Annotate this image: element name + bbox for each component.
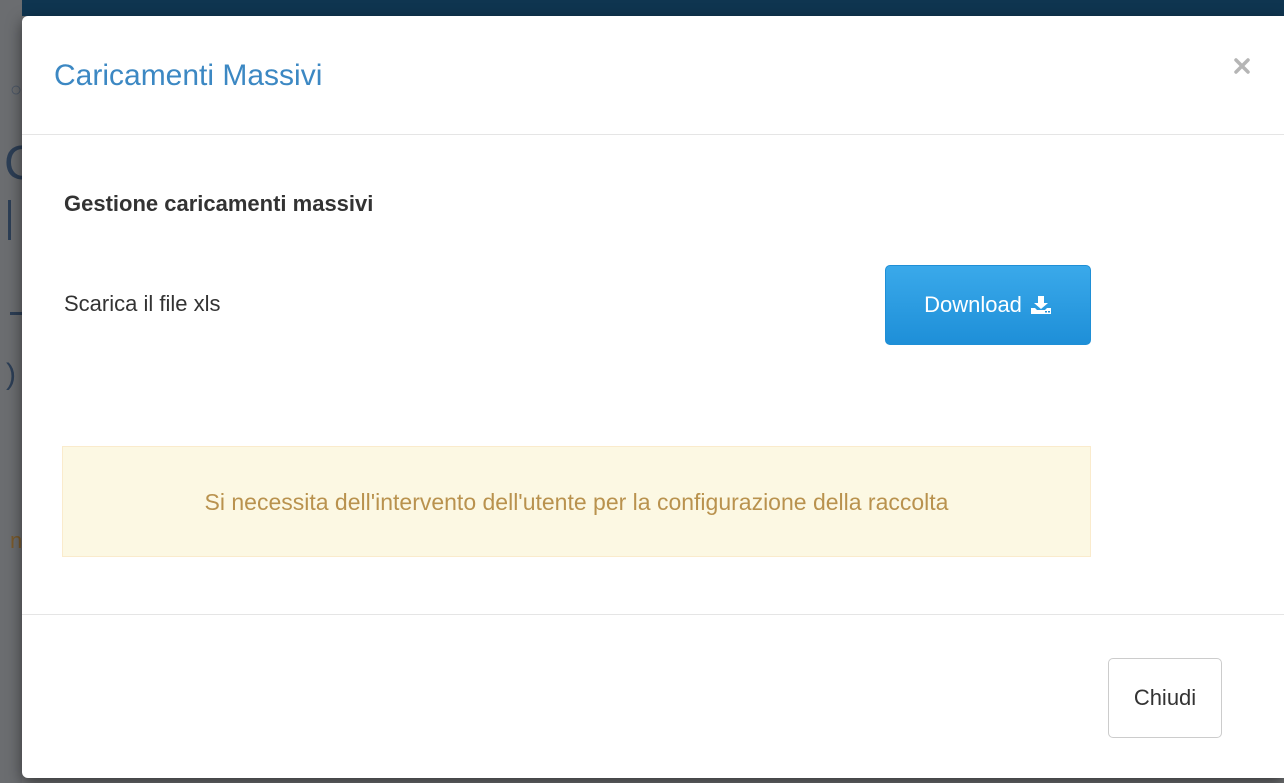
background-fragment: n: [10, 528, 23, 553]
background-topbar: [0, 0, 1284, 16]
close-button[interactable]: [1228, 52, 1256, 80]
download-button-label: Download: [924, 292, 1022, 317]
warning-alert: Si necessita dell'intervento dell'utente…: [62, 446, 1091, 557]
download-button[interactable]: Download: [885, 265, 1091, 345]
modal-header: Caricamenti Massivi: [22, 16, 1284, 135]
background-fragment: [8, 200, 23, 240]
background-fragment: ○: [10, 79, 23, 101]
background-fragment: ): [6, 358, 16, 391]
modal-body: Gestione caricamenti massivi Scarica il …: [22, 135, 1284, 615]
bulk-upload-modal: Caricamenti Massivi Gestione caricamenti…: [22, 16, 1284, 778]
close-icon: [1228, 52, 1256, 80]
download-label: Scarica il file xls: [64, 291, 221, 316]
modal-title: Caricamenti Massivi: [54, 59, 323, 92]
download-icon: [1030, 295, 1052, 315]
background-page-strip: [0, 0, 22, 783]
alert-message: Si necessita dell'intervento dell'utente…: [204, 488, 949, 515]
chiudi-button[interactable]: Chiudi: [1108, 658, 1222, 738]
background-fragment: [10, 312, 22, 315]
modal-footer: Chiudi: [22, 614, 1284, 778]
section-heading: Gestione caricamenti massivi: [64, 191, 374, 216]
